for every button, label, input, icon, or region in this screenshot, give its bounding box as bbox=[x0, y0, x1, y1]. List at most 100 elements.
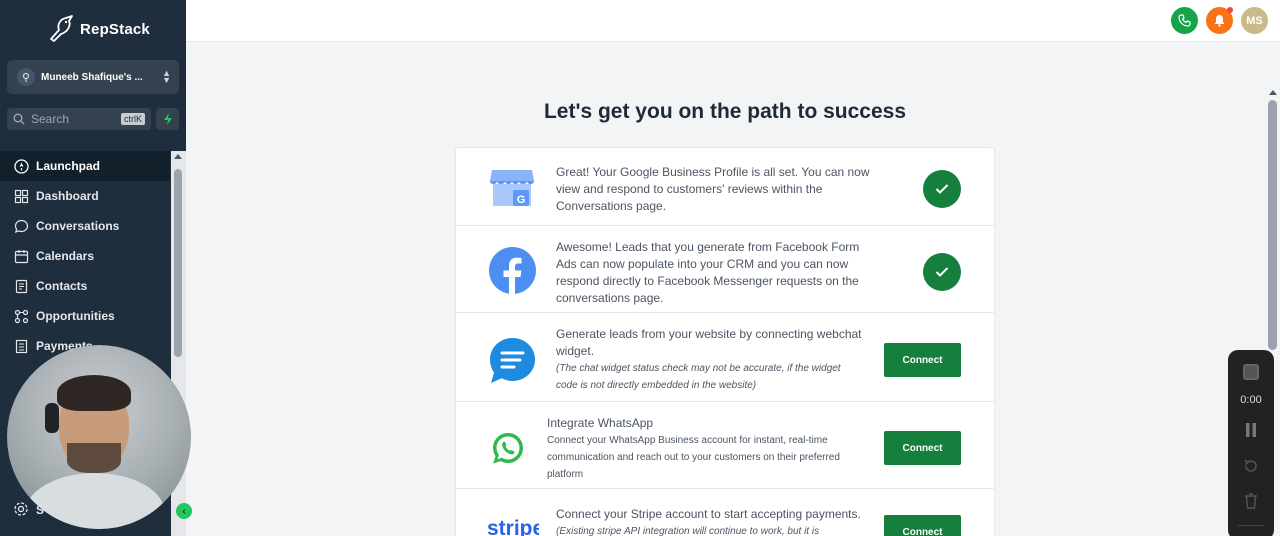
description-line: Connect your WhatsApp Business account f… bbox=[547, 435, 828, 446]
integration-row-webchat: Generate leads from your website by conn… bbox=[456, 313, 994, 402]
chat-bubble-icon bbox=[14, 219, 29, 233]
grid-icon bbox=[14, 189, 29, 203]
integration-title: Integrate WhatsApp bbox=[547, 416, 654, 430]
scroll-thumb[interactable] bbox=[1268, 100, 1277, 350]
location-icon bbox=[22, 72, 30, 82]
connect-webchat-button[interactable]: Connect bbox=[884, 343, 961, 377]
brand-logo[interactable]: RepStack bbox=[48, 14, 150, 44]
opportunities-icon bbox=[14, 309, 29, 323]
trash-icon[interactable] bbox=[1244, 493, 1258, 509]
sidebar-item-label: Launchpad bbox=[36, 159, 101, 173]
description-line: Awesome! Leads that you generate from Fa… bbox=[556, 240, 860, 254]
integration-row-whatsapp: Integrate WhatsApp Connect your WhatsApp… bbox=[456, 402, 994, 489]
description-line: communication and reach out to your cust… bbox=[547, 452, 840, 463]
description-line: Conversations page. bbox=[556, 199, 667, 213]
stripe-logo-text: stripe bbox=[487, 517, 539, 536]
description-line: view and respond to customers' reviews w… bbox=[556, 182, 823, 196]
phone-icon bbox=[1178, 14, 1191, 27]
integration-row-facebook: Awesome! Leads that you generate from Fa… bbox=[456, 226, 994, 313]
scroll-up-arrow-icon[interactable] bbox=[174, 154, 182, 159]
sidebar-item-label: Conversations bbox=[36, 219, 120, 233]
account-switcher[interactable]: Muneeb Shafique's ... ▲ ▼ bbox=[7, 60, 179, 94]
integration-description: Great! Your Google Business Profile is a… bbox=[556, 164, 876, 215]
sidebar-item-launchpad[interactable]: Launchpad bbox=[0, 151, 170, 181]
sidebar-item-label: Dashboard bbox=[36, 189, 99, 203]
description-line: Generate leads from your website by conn… bbox=[556, 327, 862, 341]
sidebar-item-label: Contacts bbox=[36, 279, 88, 293]
calendar-icon bbox=[14, 249, 29, 263]
account-name: Muneeb Shafique's ... bbox=[41, 71, 143, 83]
sidebar-item-contacts[interactable]: Contacts bbox=[0, 271, 170, 301]
description-line: Great! Your Google Business Profile is a… bbox=[556, 165, 870, 179]
whatsapp-icon bbox=[493, 433, 523, 464]
integration-description: Integrate WhatsApp Connect your WhatsApp… bbox=[547, 415, 867, 483]
webcam-person-shirt bbox=[25, 473, 165, 529]
restart-icon[interactable] bbox=[1243, 458, 1259, 474]
top-bar: MS bbox=[186, 0, 1280, 42]
page-title: Let's get you on the path to success bbox=[543, 100, 907, 123]
description-note: (The chat widget status check may not be… bbox=[556, 363, 841, 374]
search-icon bbox=[13, 113, 25, 125]
description-line: platform bbox=[547, 469, 584, 480]
sidebar-item-conversations[interactable]: Conversations bbox=[0, 211, 170, 241]
lightning-icon bbox=[163, 113, 172, 125]
facebook-icon bbox=[489, 247, 536, 294]
webchat-icon bbox=[490, 338, 535, 383]
rocket-icon bbox=[14, 158, 29, 174]
description-line: respond directly to Facebook Messenger r… bbox=[556, 274, 859, 288]
sidebar-nav: Launchpad Dashboard Conversations Calend… bbox=[0, 151, 170, 361]
bell-icon bbox=[1214, 15, 1225, 27]
search-input[interactable]: Search ctrlK bbox=[7, 108, 151, 130]
description-note: (Existing stripe API integration will co… bbox=[556, 526, 820, 536]
integrations-card: G Great! Your Google Business Profile is… bbox=[455, 147, 995, 536]
notification-badge bbox=[1227, 7, 1233, 13]
stripe-icon: stripe bbox=[487, 517, 539, 536]
quick-action-button[interactable] bbox=[156, 108, 179, 130]
search-placeholder: Search bbox=[31, 112, 70, 126]
sidebar-item-label: Calendars bbox=[36, 249, 95, 263]
description-line: widget. bbox=[556, 344, 595, 358]
webcam-headset bbox=[45, 403, 59, 433]
connected-status-badge bbox=[923, 170, 961, 208]
connect-stripe-button[interactable]: Connect bbox=[884, 515, 961, 536]
description-line: Connect your Stripe account to start acc… bbox=[556, 507, 861, 521]
scroll-up-arrow-icon[interactable] bbox=[1269, 90, 1277, 95]
phone-button[interactable] bbox=[1171, 7, 1198, 34]
connect-whatsapp-button[interactable]: Connect bbox=[884, 431, 961, 465]
integration-description: Generate leads from your website by conn… bbox=[556, 326, 876, 394]
account-avatar bbox=[17, 68, 35, 86]
integration-row-google: G Great! Your Google Business Profile is… bbox=[456, 148, 994, 226]
search-shortcut: ctrlK bbox=[121, 113, 145, 125]
screen-recorder-panel: 0:00 bbox=[1228, 350, 1274, 536]
chevron-updown-icon: ▲ ▼ bbox=[162, 68, 171, 85]
webcam-person-hair bbox=[57, 375, 131, 411]
connected-status-badge bbox=[923, 253, 961, 291]
sidebar-item-label: Opportunities bbox=[36, 309, 115, 323]
bird-logo-icon bbox=[50, 15, 73, 42]
collapse-sidebar-button[interactable]: ‹ bbox=[176, 503, 192, 519]
sidebar-item-opportunities[interactable]: Opportunities bbox=[0, 301, 170, 331]
integration-row-stripe: stripe Connect your Stripe account to st… bbox=[456, 489, 994, 536]
google-business-icon: G bbox=[490, 170, 534, 206]
description-line: Ads can now populate into your CRM and y… bbox=[556, 257, 849, 271]
pause-icon[interactable] bbox=[1245, 423, 1257, 437]
sidebar-item-calendars[interactable]: Calendars bbox=[0, 241, 170, 271]
recording-timer: 0:00 bbox=[1240, 394, 1262, 406]
webcam-overlay bbox=[7, 345, 191, 529]
stop-recording-button[interactable] bbox=[1243, 364, 1259, 380]
divider bbox=[1238, 525, 1264, 526]
integration-description: Connect your Stripe account to start acc… bbox=[556, 506, 876, 536]
integration-description: Awesome! Leads that you generate from Fa… bbox=[556, 239, 876, 307]
description-note: code is not directly embedded in the web… bbox=[556, 380, 757, 391]
svg-text:G: G bbox=[517, 194, 526, 206]
payments-icon bbox=[15, 339, 28, 353]
checkmark-icon bbox=[935, 184, 949, 194]
checkmark-icon bbox=[935, 267, 949, 277]
scroll-thumb[interactable] bbox=[174, 169, 182, 357]
description-line: conversations page. bbox=[556, 291, 664, 305]
sidebar-item-dashboard[interactable]: Dashboard bbox=[0, 181, 170, 211]
user-avatar[interactable]: MS bbox=[1241, 7, 1268, 34]
contacts-icon bbox=[15, 279, 28, 293]
webcam-person-beard bbox=[67, 443, 121, 473]
brand-name: RepStack bbox=[80, 20, 150, 38]
